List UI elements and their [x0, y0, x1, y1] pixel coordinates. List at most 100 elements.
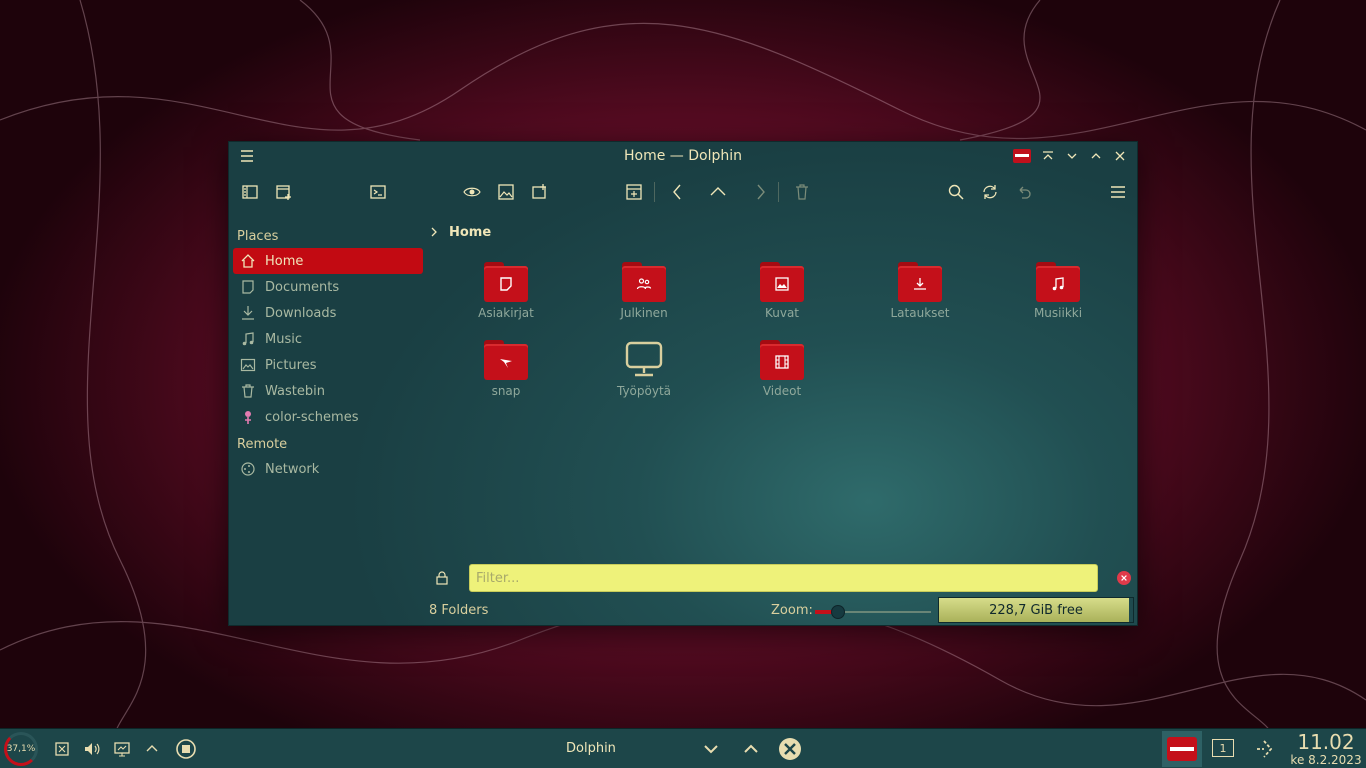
folder-name: Kuvat — [764, 306, 800, 320]
sidebar-item-downloads[interactable]: Downloads — [233, 300, 423, 326]
forward-icon[interactable] — [748, 180, 772, 204]
zoom-slider[interactable] — [815, 605, 931, 619]
virtual-desktop-pager[interactable]: 1 — [1212, 739, 1234, 757]
hamburger-menu-icon[interactable] — [239, 148, 255, 164]
folder-item[interactable]: Lataukset — [865, 262, 975, 320]
folder-icon — [898, 262, 942, 302]
music-icon — [239, 330, 257, 348]
dolphin-window: Home — Dolphin Places Home Documents Dow… — [228, 141, 1138, 626]
cpu-load-widget[interactable]: 37,1% — [4, 732, 38, 766]
folder-item[interactable]: Kuvat — [727, 262, 837, 320]
chevron-up-icon[interactable] — [741, 737, 761, 761]
desktop-icon — [622, 340, 666, 380]
sidebar-item-label: color-schemes — [265, 409, 359, 425]
taskbar: 37,1% Dolphin 1 11.02 ke 8.2.2023 — [0, 728, 1366, 768]
show-places-icon[interactable] — [238, 180, 262, 204]
download-icon — [239, 304, 257, 322]
main-menu-icon[interactable] — [1106, 180, 1130, 204]
folder-icon — [1167, 737, 1197, 761]
free-space-label: 228,7 GiB free — [989, 603, 1083, 618]
volume-icon[interactable] — [82, 737, 102, 761]
folder-item[interactable]: snap — [451, 340, 561, 398]
home-icon — [239, 252, 257, 270]
sidebar-item-color-schemes[interactable]: color-schemes — [233, 404, 423, 430]
folder-item[interactable]: Julkinen — [589, 262, 699, 320]
folder-name: Musiikki — [1033, 306, 1083, 320]
sidebar-item-documents[interactable]: Documents — [233, 274, 423, 300]
sidebar-item-label: Wastebin — [265, 383, 325, 399]
folder-item[interactable]: Asiakirjat — [451, 262, 561, 320]
titlebar: Home — Dolphin — [229, 142, 1137, 170]
music-icon — [1052, 277, 1064, 291]
up-icon[interactable] — [706, 180, 730, 204]
window-title: Home — Dolphin — [623, 148, 742, 164]
cpu-load-label: 37,1% — [6, 744, 36, 754]
film-icon — [775, 355, 789, 369]
clear-filter-icon[interactable] — [1117, 571, 1131, 585]
back-icon[interactable] — [666, 180, 690, 204]
folder-icon — [484, 262, 528, 302]
terminal-icon[interactable] — [366, 180, 390, 204]
search-icon[interactable] — [944, 180, 968, 204]
breadcrumb-current[interactable]: Home — [449, 225, 491, 240]
keep-above-icon[interactable] — [1039, 147, 1057, 165]
filter-bar — [429, 564, 1131, 592]
document-icon — [239, 278, 257, 296]
toolbar-separator — [778, 182, 779, 202]
sidebar-item-label: Network — [265, 461, 320, 477]
filter-input[interactable] — [469, 564, 1098, 592]
paint-icon — [239, 408, 257, 426]
sidebar-item-music[interactable]: Music — [233, 326, 423, 352]
display-icon[interactable] — [112, 737, 132, 761]
remote-section-title: Remote — [237, 437, 288, 452]
sidebar-item-label: Pictures — [265, 357, 317, 373]
maximize-icon[interactable] — [1087, 147, 1105, 165]
snap-icon — [500, 359, 512, 368]
lock-icon[interactable] — [434, 570, 450, 586]
new-window-icon[interactable] — [272, 180, 296, 204]
chevron-down-icon[interactable] — [701, 737, 721, 761]
dolphin-task-button[interactable] — [1162, 731, 1202, 767]
folder-item[interactable]: Videot — [727, 340, 837, 398]
network-status-icon[interactable] — [1252, 737, 1276, 761]
sidebar-item-network[interactable]: Network — [233, 456, 423, 482]
toolbar-separator — [654, 182, 655, 202]
minimize-icon[interactable] — [1063, 147, 1081, 165]
new-tab-icon[interactable] — [622, 180, 646, 204]
chevron-up-icon[interactable] — [142, 737, 162, 761]
users-icon — [636, 278, 652, 290]
preview-eye-icon[interactable] — [460, 180, 484, 204]
media-stop-icon[interactable] — [174, 737, 198, 761]
folder-icon — [760, 340, 804, 380]
folder-name: Julkinen — [620, 306, 668, 320]
zoom-label: Zoom: — [771, 603, 813, 618]
split-view-icon[interactable] — [528, 180, 552, 204]
folder-count: 8 Folders — [429, 603, 489, 618]
digital-clock[interactable]: 11.02 ke 8.2.2023 — [1290, 731, 1362, 767]
sidebar-item-wastebin[interactable]: Wastebin — [233, 378, 423, 404]
folder-name: Työpöytä — [616, 384, 672, 398]
clipboard-icon[interactable] — [52, 737, 72, 761]
picture-icon — [775, 277, 789, 291]
folder-icon — [622, 262, 666, 302]
close-icon[interactable] — [1111, 147, 1129, 165]
picture-icon — [239, 356, 257, 374]
undo-icon[interactable] — [1012, 180, 1036, 204]
folder-icon — [760, 262, 804, 302]
folder-icon — [484, 340, 528, 380]
close-task-icon[interactable] — [778, 737, 802, 761]
disk-space-bar[interactable]: 228,7 GiB free — [938, 597, 1134, 623]
status-bar: 8 Folders Zoom: 228,7 GiB free — [429, 597, 1135, 624]
folder-item[interactable]: Musiikki — [1003, 262, 1113, 320]
chevron-right-icon[interactable] — [429, 227, 439, 237]
reload-icon[interactable] — [978, 180, 1002, 204]
trash-icon[interactable] — [790, 180, 814, 204]
sidebar-item-pictures[interactable]: Pictures — [233, 352, 423, 378]
task-dolphin-label[interactable]: Dolphin — [566, 741, 616, 756]
places-panel: Places Home Documents Downloads Music Pi… — [233, 226, 423, 482]
zoom-slider-handle[interactable] — [831, 605, 846, 619]
folder-item[interactable]: Työpöytä — [589, 340, 699, 398]
sidebar-item-home[interactable]: Home — [233, 248, 423, 274]
folder-name: Lataukset — [890, 306, 950, 320]
image-icon[interactable] — [494, 180, 518, 204]
